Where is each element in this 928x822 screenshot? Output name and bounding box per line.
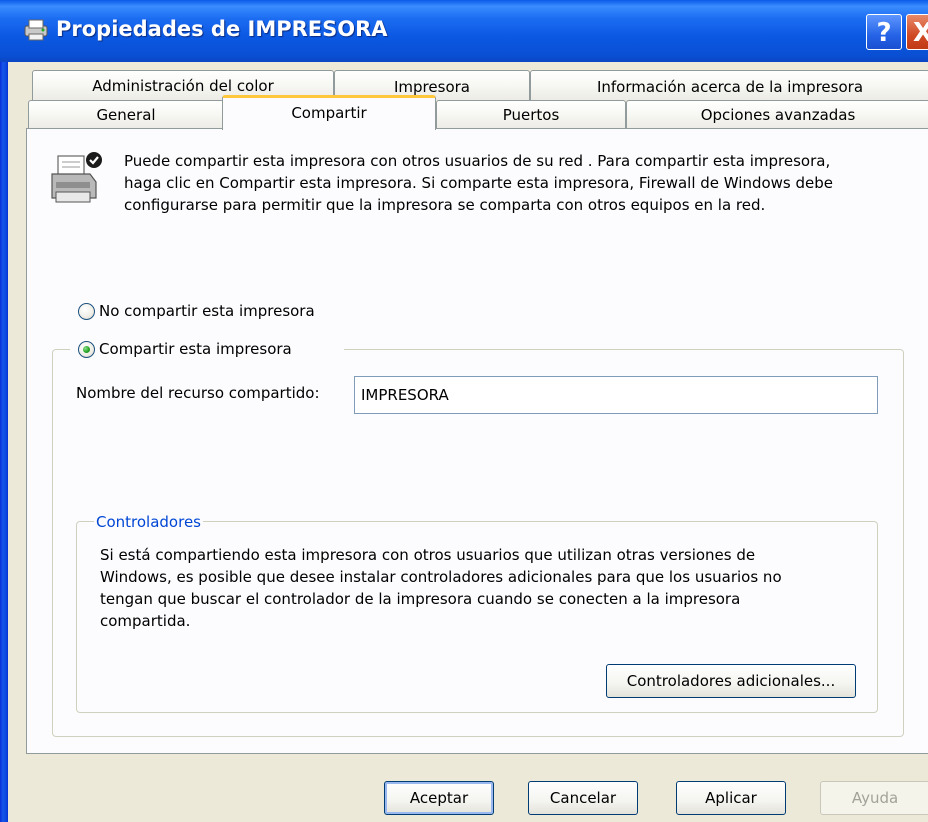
help-dialog-button[interactable]: Ayuda bbox=[820, 781, 928, 815]
no-share-option[interactable]: No compartir esta impresora bbox=[78, 302, 315, 320]
info-line: haga clic en Compartir esta impresora. S… bbox=[124, 174, 834, 192]
info-line: Puede compartir esta impresora con otros… bbox=[124, 152, 831, 170]
tab-label: Compartir bbox=[291, 104, 367, 122]
no-share-label: No compartir esta impresora bbox=[99, 302, 315, 320]
window-title: Propiedades de IMPRESORA bbox=[56, 17, 388, 41]
share-option[interactable]: Compartir esta impresora bbox=[78, 340, 292, 358]
help-button[interactable]: ? bbox=[866, 14, 902, 50]
share-label: Compartir esta impresora bbox=[99, 340, 292, 358]
drivers-line: compartida. bbox=[100, 612, 191, 630]
cancel-button[interactable]: Cancelar bbox=[528, 781, 638, 815]
info-line: configurarse para permitir que la impres… bbox=[124, 196, 766, 214]
tab-label: Opciones avanzadas bbox=[700, 106, 856, 124]
ok-button[interactable]: Aceptar bbox=[384, 781, 494, 815]
tab-compartir[interactable]: Compartir bbox=[222, 95, 436, 130]
tab-opciones-avanzadas[interactable]: Opciones avanzadas bbox=[626, 100, 928, 129]
share-name-label: Nombre del recurso compartido: bbox=[76, 384, 320, 402]
drivers-text: Si está compartiendo esta impresora con … bbox=[100, 544, 860, 632]
tab-label: Información acerca de la impresora bbox=[596, 78, 864, 96]
close-button[interactable]: X bbox=[906, 14, 928, 50]
drivers-title: Controladores bbox=[94, 513, 203, 531]
tab-general[interactable]: General bbox=[28, 100, 224, 129]
sharing-info-text: Puede compartir esta impresora con otros… bbox=[124, 150, 914, 216]
additional-drivers-button[interactable]: Controladores adicionales... bbox=[606, 664, 856, 698]
shared-printer-icon bbox=[51, 152, 102, 203]
tab-informacion-impresora[interactable]: Información acerca de la impresora bbox=[530, 70, 928, 100]
drivers-line: Windows, es posible que desee instalar c… bbox=[100, 568, 782, 586]
tab-label: General bbox=[96, 106, 156, 124]
window-border bbox=[0, 0, 8, 822]
share-name-input[interactable]: IMPRESORA bbox=[354, 376, 878, 414]
apply-button[interactable]: Aplicar bbox=[676, 781, 786, 815]
tab-label: Puertos bbox=[502, 106, 560, 124]
drivers-line: tengan que buscar el controlador de la i… bbox=[100, 590, 741, 608]
tab-puertos[interactable]: Puertos bbox=[436, 100, 626, 129]
no-share-radio[interactable] bbox=[78, 302, 95, 320]
printer-icon bbox=[24, 19, 48, 41]
share-radio[interactable] bbox=[78, 340, 95, 358]
title-bar[interactable]: Propiedades de IMPRESORA ? X bbox=[0, 0, 928, 62]
drivers-line: Si está compartiendo esta impresora con … bbox=[100, 546, 756, 564]
